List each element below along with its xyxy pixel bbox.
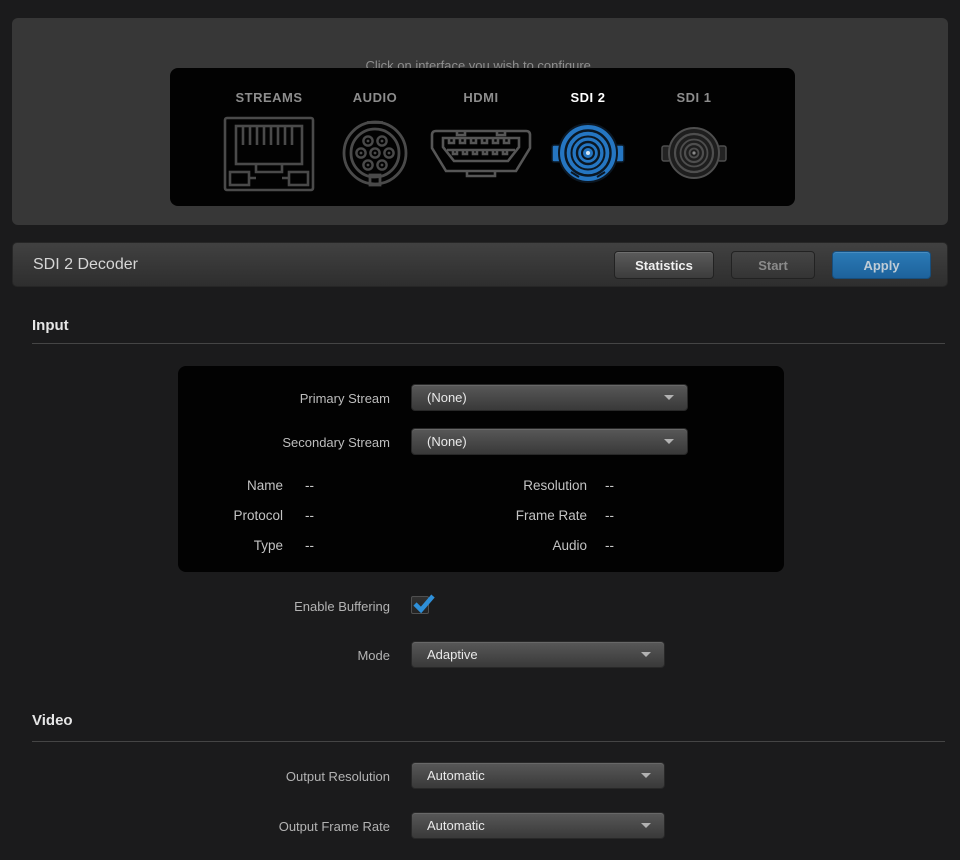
interface-sdi2-label: SDI 2 [535, 90, 641, 106]
primary-stream-label: Primary Stream [178, 391, 390, 406]
protocol-value: -- [305, 508, 314, 523]
interface-streams[interactable]: STREAMS [216, 90, 322, 200]
connector-strip: STREAMS [170, 68, 795, 206]
protocol-label: Protocol [178, 508, 283, 523]
audio-din-icon [322, 112, 428, 196]
mode-label: Mode [32, 648, 390, 663]
name-label: Name [178, 478, 283, 493]
output-resolution-label: Output Resolution [32, 769, 390, 784]
primary-stream-value: (None) [427, 390, 467, 405]
video-section-divider [32, 741, 945, 742]
decoder-config-page: Click on interface you wish to configure… [0, 0, 960, 860]
interface-streams-label: STREAMS [216, 90, 322, 106]
audio-value: -- [605, 538, 614, 553]
enable-buffering-checkbox[interactable] [411, 596, 429, 614]
mode-dropdown[interactable]: Adaptive [411, 641, 665, 668]
secondary-stream-dropdown[interactable]: (None) [411, 428, 688, 455]
type-value: -- [305, 538, 314, 553]
page-title: SDI 2 Decoder [33, 243, 138, 286]
interface-sdi1[interactable]: SDI 1 [641, 90, 747, 200]
input-stream-panel: Primary Stream (None) Secondary Stream (… [178, 366, 784, 572]
start-button[interactable]: Start [731, 251, 815, 279]
input-section-heading: Input [32, 317, 69, 334]
input-section-divider [32, 343, 945, 344]
bnc-sdi1-icon [641, 112, 747, 196]
frame-rate-value: -- [605, 508, 614, 523]
output-resolution-value: Automatic [427, 768, 485, 783]
apply-button[interactable]: Apply [832, 251, 931, 279]
video-section-heading: Video [32, 712, 73, 729]
decoder-header-bar: SDI 2 Decoder Statistics Start Apply [12, 242, 948, 287]
ethernet-rj45-icon [216, 112, 322, 196]
interface-audio-label: AUDIO [322, 90, 428, 106]
chevron-down-icon [641, 652, 651, 657]
interface-sdi1-label: SDI 1 [641, 90, 747, 106]
chevron-down-icon [641, 773, 651, 778]
chevron-down-icon [664, 395, 674, 400]
secondary-stream-label: Secondary Stream [178, 435, 390, 450]
interface-selector-panel: Click on interface you wish to configure… [12, 18, 948, 225]
output-frame-rate-label: Output Frame Rate [32, 819, 390, 834]
checkmark-icon [412, 593, 436, 620]
primary-stream-dropdown[interactable]: (None) [411, 384, 688, 411]
secondary-stream-value: (None) [427, 434, 467, 449]
mode-value: Adaptive [427, 647, 478, 662]
name-value: -- [305, 478, 314, 493]
audio-label: Audio [387, 538, 587, 553]
output-frame-rate-value: Automatic [427, 818, 485, 833]
interface-sdi2[interactable]: SDI 2 [535, 90, 641, 200]
output-resolution-dropdown[interactable]: Automatic [411, 762, 665, 789]
chevron-down-icon [664, 439, 674, 444]
frame-rate-label: Frame Rate [387, 508, 587, 523]
interface-hdmi[interactable]: HDMI [428, 90, 534, 200]
hdmi-port-icon [428, 112, 534, 196]
type-label: Type [178, 538, 283, 553]
bnc-sdi2-icon [535, 112, 641, 196]
interface-hdmi-label: HDMI [428, 90, 534, 106]
statistics-button[interactable]: Statistics [614, 251, 714, 279]
resolution-label: Resolution [387, 478, 587, 493]
resolution-value: -- [605, 478, 614, 493]
chevron-down-icon [641, 823, 651, 828]
enable-buffering-label: Enable Buffering [32, 599, 390, 614]
output-frame-rate-dropdown[interactable]: Automatic [411, 812, 665, 839]
interface-audio[interactable]: AUDIO [322, 90, 428, 200]
